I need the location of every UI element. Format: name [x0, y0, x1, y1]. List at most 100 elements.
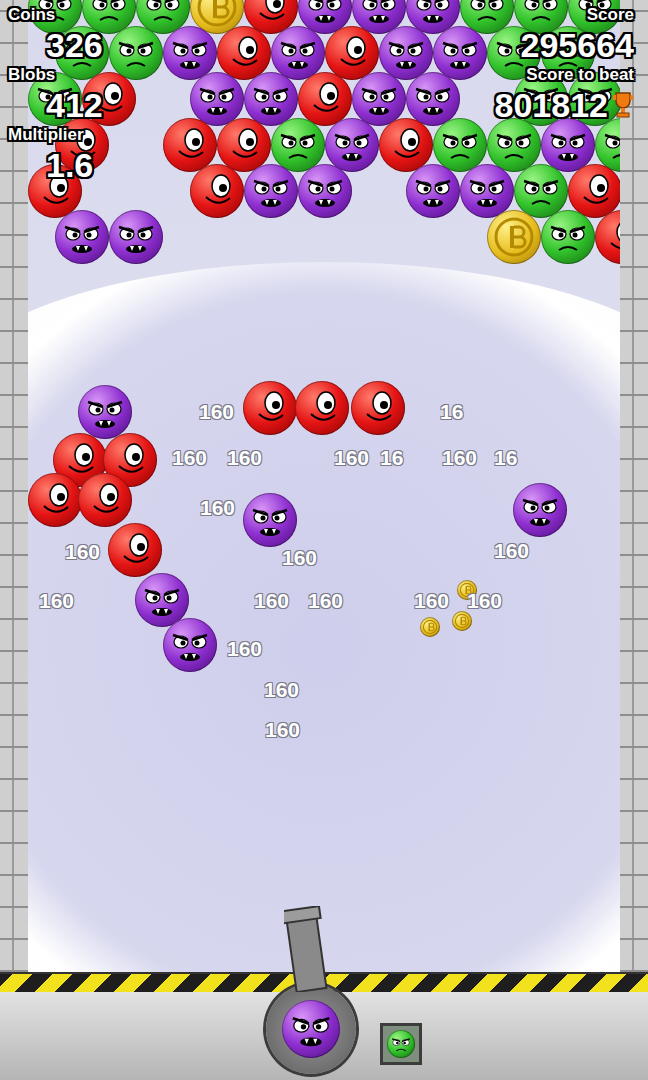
fanged-face-icon — [352, 72, 406, 126]
angry-face-icon — [433, 118, 487, 172]
hud: Coins326Blobs412Multiplier1.6Score295664… — [0, 0, 648, 184]
fanged-face-icon — [513, 483, 567, 537]
empty-cell — [217, 210, 271, 264]
score-popup: 160 — [494, 539, 529, 563]
green-blob — [568, 72, 620, 126]
empty-cell — [379, 210, 433, 264]
score-popup: 16 — [380, 446, 403, 470]
floor — [0, 992, 648, 1080]
score-popup: 160 — [334, 446, 369, 470]
falling-blob — [452, 611, 472, 631]
green-blob — [271, 118, 325, 172]
multiplier-value: 1.6 — [8, 146, 93, 184]
score-popup: 160 — [227, 446, 262, 470]
green-blob — [514, 164, 568, 218]
purple-blob — [271, 26, 325, 80]
fanged-face-icon — [78, 385, 132, 439]
falling-blob — [108, 523, 162, 577]
score-popup: 160 — [39, 589, 74, 613]
purple-blob — [244, 72, 298, 126]
cyclops-face-icon — [379, 118, 433, 172]
fanged-face-icon — [541, 118, 595, 172]
fanged-face-icon — [163, 26, 217, 80]
green-blob — [109, 26, 163, 80]
red-blob — [595, 210, 620, 264]
cyclops-face-icon — [568, 164, 620, 218]
angry-face-icon — [271, 118, 325, 172]
score-popup: 160 — [282, 546, 317, 570]
fanged-face-icon — [271, 26, 325, 80]
coin-blob — [452, 611, 472, 631]
empty-cell — [109, 118, 163, 172]
angry-face-icon — [541, 26, 595, 80]
purple-blob — [513, 483, 567, 537]
purple-blob — [298, 164, 352, 218]
falling-blob — [78, 385, 132, 439]
red-blob — [217, 26, 271, 80]
cyclops-face-icon — [351, 381, 405, 435]
score-to-beat-label: Score to beat — [526, 64, 634, 86]
multiplier-label: Multiplier — [8, 124, 84, 146]
fanged-face-icon — [298, 164, 352, 218]
board-row — [28, 164, 620, 218]
falling-blob — [351, 381, 405, 435]
playfield: 1601601601601616016161601601601601601601… — [0, 0, 648, 972]
angry-face-icon — [387, 1030, 415, 1058]
cyclops-face-icon — [243, 381, 297, 435]
angry-face-icon — [514, 72, 568, 126]
green-blob — [514, 72, 568, 126]
red-blob — [78, 473, 132, 527]
score-popup: 160 — [308, 589, 343, 613]
fanged-face-icon — [190, 72, 244, 126]
red-blob — [163, 118, 217, 172]
falling-blob — [243, 493, 297, 547]
play-area[interactable]: 1601601601601616016161601601601601601601… — [28, 0, 620, 972]
fanged-face-icon — [406, 72, 460, 126]
angry-face-icon — [487, 118, 541, 172]
board-row — [28, 0, 620, 34]
red-blob — [243, 381, 297, 435]
cyclops-face-icon — [28, 473, 82, 527]
cyclops-face-icon — [108, 523, 162, 577]
purple-blob — [78, 385, 132, 439]
purple-blob — [109, 210, 163, 264]
score-popup: 160 — [199, 400, 234, 424]
score-popup: 160 — [227, 637, 262, 661]
empty-cell — [325, 210, 379, 264]
angry-face-icon — [514, 164, 568, 218]
score-value: 295664 — [521, 26, 634, 64]
score-popup: 160 — [65, 540, 100, 564]
score-popup: 16 — [494, 446, 517, 470]
red-blob — [28, 473, 82, 527]
fanged-face-icon — [109, 210, 163, 264]
score-popup: 160 — [414, 589, 449, 613]
coins-label: Coins — [8, 4, 55, 26]
fanged-face-icon — [282, 1000, 340, 1058]
angry-face-icon — [55, 26, 109, 80]
red-blob — [568, 164, 620, 218]
score-popup: 160 — [442, 446, 477, 470]
purple-blob — [243, 493, 297, 547]
falling-blob — [163, 618, 217, 672]
purple-blob — [244, 164, 298, 218]
red-blob — [295, 381, 349, 435]
green-blob — [487, 26, 541, 80]
next-blob-box — [380, 1023, 422, 1065]
coin-blob — [420, 617, 440, 637]
empty-cell — [271, 210, 325, 264]
red-blob — [190, 164, 244, 218]
cyclops-face-icon — [217, 118, 271, 172]
game-screen: 1601601601601616016161601601601601601601… — [0, 0, 648, 1080]
cannon[interactable] — [266, 984, 356, 1074]
purple-blob — [433, 26, 487, 80]
falling-blob — [513, 483, 567, 537]
red-blob — [28, 164, 82, 218]
falling-blob — [78, 473, 132, 527]
cyclops-face-icon — [595, 210, 620, 264]
fanged-face-icon — [244, 164, 298, 218]
blobs-label: Blobs — [8, 64, 55, 86]
score-popup: 160 — [264, 678, 299, 702]
cyclops-face-icon — [190, 164, 244, 218]
fanged-face-icon — [325, 118, 379, 172]
hud-right: Score295664Score to beat801812 — [495, 4, 634, 184]
